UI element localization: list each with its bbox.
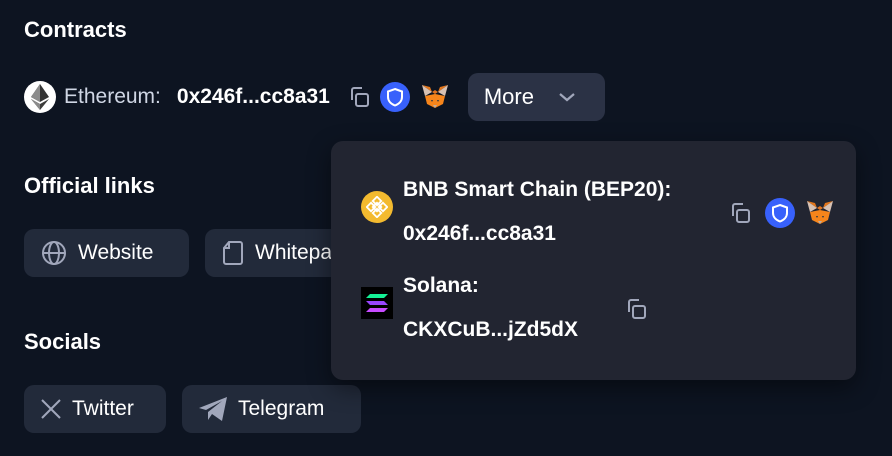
- contract-row-ethereum: Ethereum: 0x246f...cc8a31 More: [24, 73, 605, 121]
- document-icon: [221, 239, 245, 267]
- metamask-fox-icon[interactable]: [805, 198, 835, 228]
- globe-icon: [40, 239, 68, 267]
- shield-icon[interactable]: [765, 198, 795, 228]
- bnb-actions: [727, 198, 835, 228]
- telegram-label: Telegram: [238, 397, 325, 420]
- official-links-title: Official links: [24, 173, 155, 198]
- website-label: Website: [78, 241, 154, 264]
- contracts-title: Contracts: [24, 17, 127, 42]
- chain-name: Ethereum:: [64, 85, 161, 108]
- more-button[interactable]: More: [467, 73, 605, 121]
- bnb-chain-name: BNB Smart Chain (BEP20):: [403, 178, 672, 201]
- twitter-button[interactable]: Twitter: [24, 385, 166, 433]
- socials-title: Socials: [24, 329, 102, 354]
- telegram-icon: [198, 396, 228, 422]
- dropdown-item-solana[interactable]: Solana: CKXCuB...jZd5dX: [361, 271, 578, 345]
- solana-actions: [623, 296, 649, 322]
- copy-icon[interactable]: [727, 200, 753, 226]
- metamask-fox-icon[interactable]: [420, 82, 450, 112]
- solana-chain-name: Solana:: [403, 274, 479, 297]
- shield-icon[interactable]: [379, 82, 410, 112]
- more-chains-dropdown: BNB Smart Chain (BEP20): 0x246f...cc8a31: [331, 141, 856, 380]
- twitter-label: Twitter: [72, 397, 134, 420]
- bnb-address[interactable]: 0x246f...cc8a31: [403, 219, 671, 249]
- bnb-logo-icon: [361, 191, 393, 223]
- chevron-down-icon: [558, 91, 576, 103]
- ethereum-logo-icon: [24, 81, 56, 113]
- copy-icon[interactable]: [623, 296, 649, 322]
- website-button[interactable]: Website: [24, 229, 189, 277]
- telegram-button[interactable]: Telegram: [182, 385, 361, 433]
- solana-address[interactable]: CKXCuB...jZd5dX: [403, 315, 578, 345]
- x-twitter-icon: [40, 398, 62, 420]
- dropdown-item-bnb[interactable]: BNB Smart Chain (BEP20): 0x246f...cc8a31: [361, 175, 671, 249]
- contract-address[interactable]: 0x246f...cc8a31: [177, 85, 330, 109]
- solana-logo-icon: [361, 287, 393, 319]
- more-button-label: More: [483, 84, 534, 109]
- copy-icon[interactable]: [346, 84, 372, 110]
